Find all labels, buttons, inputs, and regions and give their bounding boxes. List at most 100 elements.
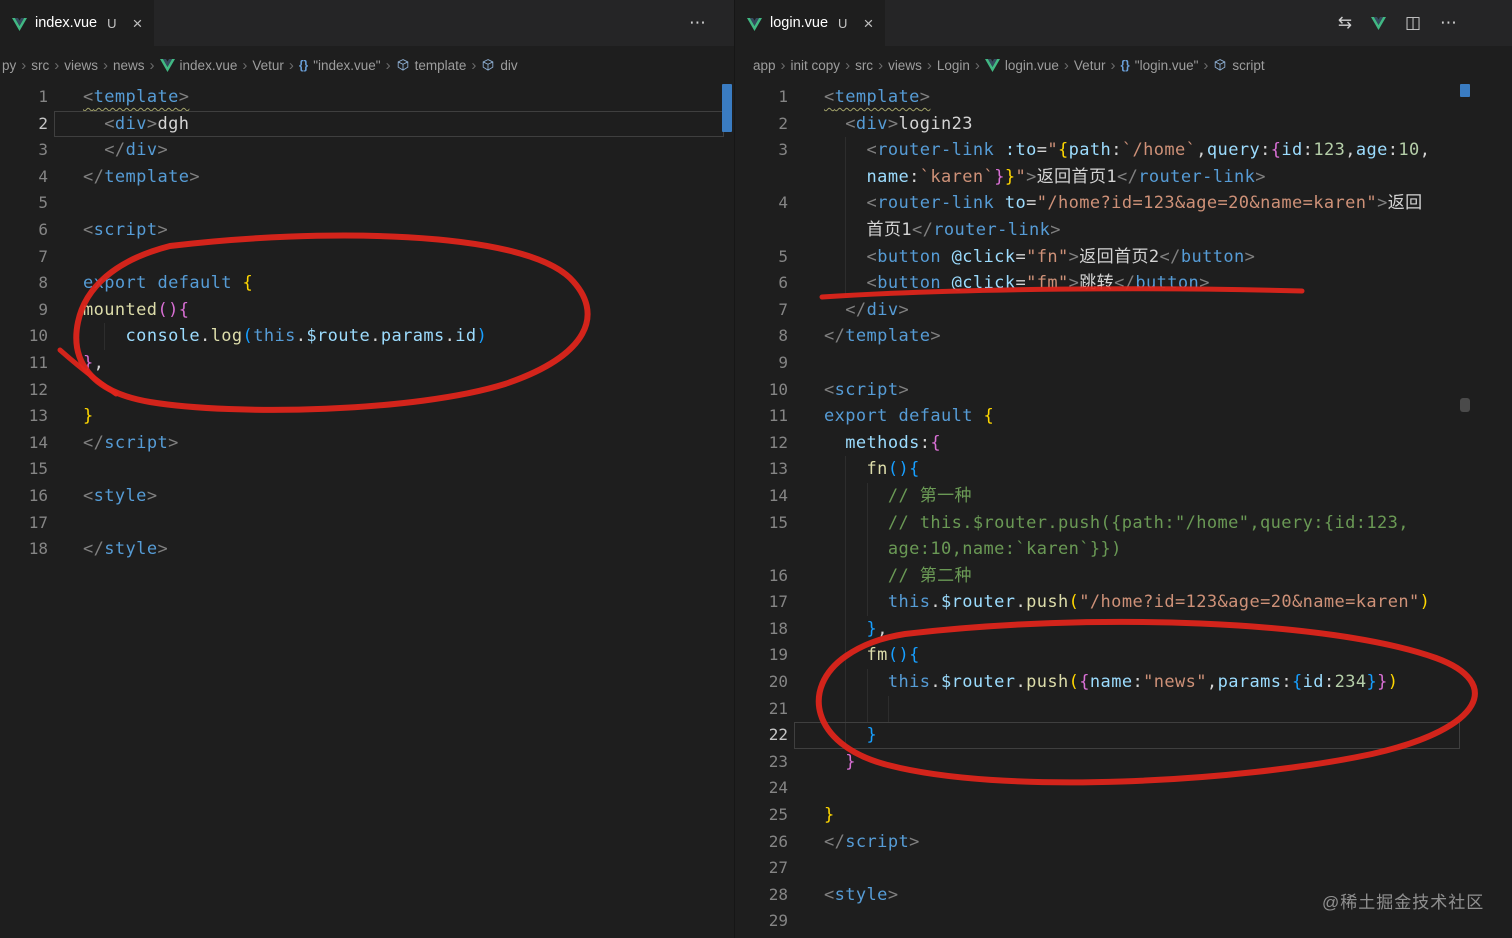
code-line-16[interactable]: 16 <style> xyxy=(0,483,734,510)
tab-login-vue[interactable]: login.vue U × xyxy=(735,0,887,46)
line-number: 15 xyxy=(768,512,788,532)
breadcrumb-item--index-vue-[interactable]: {} "index.vue" xyxy=(299,58,381,73)
code-line-13[interactable]: 13} xyxy=(0,403,734,430)
line-number: 24 xyxy=(768,778,788,798)
code-line-6[interactable]: 6 <button @click="fm">跳转</button> xyxy=(735,270,1512,297)
code-editor[interactable]: 1 <template> 2 <div>login23 3 <router-link … xyxy=(735,84,1512,938)
line-number: 1 xyxy=(778,87,788,106)
breadcrumb-item-login-vue[interactable]: login.vue xyxy=(984,57,1059,73)
indent-guide xyxy=(845,536,847,563)
breadcrumb-item-src[interactable]: src xyxy=(855,58,873,73)
scrollbar[interactable] xyxy=(722,84,732,938)
code-line-9[interactable]: 9 mounted(){ xyxy=(0,297,734,324)
code-line-3[interactable]: 3 <router-link :to="{path:`/home`,query:… xyxy=(735,137,1512,164)
code-line-15[interactable]: 15 xyxy=(0,456,734,483)
code-line-10[interactable]: 10 console.log(this.$route.params.id) xyxy=(0,323,734,350)
breadcrumb-item-views[interactable]: views xyxy=(64,58,98,73)
code-line-8[interactable]: 8 export default { xyxy=(0,270,734,297)
code-line-22[interactable]: 22 } xyxy=(735,722,1512,749)
code-line-1[interactable]: 1 <template> xyxy=(0,84,734,111)
breadcrumb-item-template[interactable]: template xyxy=(396,58,466,73)
code-content: <router-link to="/home?id=123&age=20&nam… xyxy=(788,190,1512,217)
breadcrumb-item-vetur[interactable]: Vetur xyxy=(1074,58,1106,73)
code-line-7[interactable]: 7 xyxy=(0,244,734,271)
code-line-12[interactable]: 12 xyxy=(0,377,734,404)
scrollbar[interactable] xyxy=(1460,84,1470,938)
breadcrumb-item-app[interactable]: app xyxy=(753,58,776,73)
code-line-25[interactable]: 25} xyxy=(735,802,1512,829)
scrollbar-thumb[interactable] xyxy=(1460,398,1470,412)
tab-index-vue[interactable]: index.vue U × xyxy=(0,0,156,46)
breadcrumb-item-vetur[interactable]: Vetur xyxy=(252,58,284,73)
code-line-14[interactable]: 14 // 第一种 xyxy=(735,482,1512,510)
code-line-16[interactable]: 16 // 第二种 xyxy=(735,562,1512,590)
close-icon[interactable]: × xyxy=(863,15,873,32)
code-line-5[interactable]: 5 xyxy=(0,190,734,217)
code-line-6[interactable]: 6 <script> xyxy=(0,217,734,244)
code-line-17[interactable]: 17 this.$router.push("/home?id=123&age=2… xyxy=(735,589,1512,616)
more-actions-icon[interactable]: ⋯ xyxy=(689,13,706,33)
close-icon[interactable]: × xyxy=(132,15,142,32)
code-line-3[interactable]: 3 </div> xyxy=(0,137,734,164)
code-line-14[interactable]: 14 </script> xyxy=(0,430,734,457)
split-editor-icon[interactable]: ◫ xyxy=(1405,13,1421,33)
code-content: this.$router.push({name:"news",params:{i… xyxy=(788,669,1512,696)
code-line-12[interactable]: 12 methods:{ xyxy=(735,430,1512,457)
open-changes-icon[interactable]: ⇆ xyxy=(1338,13,1352,33)
code-line-18[interactable]: 18 }, xyxy=(735,615,1512,643)
line-number: 1 xyxy=(38,87,48,106)
code-line-2[interactable]: 2 <div>login23 xyxy=(735,111,1512,138)
line-number: 2 xyxy=(778,113,788,133)
breadcrumb-item-src[interactable]: src xyxy=(31,58,49,73)
code-line-11[interactable]: 11 export default { xyxy=(735,403,1512,430)
code-line-10[interactable]: 10 <script> xyxy=(735,377,1512,404)
line-number: 3 xyxy=(778,140,788,160)
breadcrumb-item-login[interactable]: Login xyxy=(937,58,970,73)
code-line-17[interactable]: 17 xyxy=(0,510,734,537)
breadcrumb-item-init-copy[interactable]: init copy xyxy=(791,58,841,73)
code-line-4[interactable]: 4 <router-link to="/home?id=123&age=20&n… xyxy=(735,190,1512,217)
code-line-18[interactable]: 18 </style> xyxy=(0,536,734,563)
code-line-19[interactable]: 19 fm(){ xyxy=(735,642,1512,670)
code-line-wrap[interactable]: 首页1</router-link> xyxy=(735,216,1512,244)
breadcrumb-item-news[interactable]: news xyxy=(113,58,145,73)
vue-preview-icon[interactable] xyxy=(1370,16,1386,30)
code-content: } xyxy=(788,722,1512,749)
chevron-right-icon: › xyxy=(1110,56,1116,74)
code-line-24[interactable]: 24 xyxy=(735,775,1512,802)
code-line-4[interactable]: 4 </template> xyxy=(0,164,734,191)
indent-guide xyxy=(866,482,868,510)
breadcrumb-item-div[interactable]: div xyxy=(481,58,518,73)
code-line-9[interactable]: 9 xyxy=(735,350,1512,377)
code-line-15[interactable]: 15 // this.$router.push({path:"/home",qu… xyxy=(735,509,1512,537)
breadcrumb-item-script[interactable]: script xyxy=(1213,58,1265,73)
breadcrumb-item--login-vue-[interactable]: {} "login.vue" xyxy=(1120,58,1198,73)
indent-guide xyxy=(887,695,889,723)
chevron-right-icon: › xyxy=(845,56,851,74)
indent-guide xyxy=(845,163,847,191)
breadcrumb-label: login.vue xyxy=(1004,57,1059,73)
code-line-5[interactable]: 5 <button @click="fn">返回首页2</button> xyxy=(735,243,1512,271)
indent-guide xyxy=(866,562,868,590)
code-lines: 1 <template> 2 <div>login23 3 <router-link … xyxy=(735,84,1512,938)
code-line-7[interactable]: 7 </div> xyxy=(735,297,1512,324)
more-actions-icon[interactable]: ⋯ xyxy=(1440,13,1457,33)
code-line-20[interactable]: 20 this.$router.push({name:"news",params… xyxy=(735,669,1512,696)
code-line-11[interactable]: 11}, xyxy=(0,350,734,377)
code-line-23[interactable]: 23 } xyxy=(735,749,1512,776)
breadcrumb-item-views[interactable]: views xyxy=(888,58,922,73)
code-content: <template> xyxy=(824,87,931,107)
code-line-wrap[interactable]: name:`karen`}}">返回首页1</router-link> xyxy=(735,163,1512,191)
code-line-2[interactable]: 2 <div>dgh xyxy=(0,110,734,138)
code-line-26[interactable]: 26 </script> xyxy=(735,829,1512,856)
code-line-21[interactable]: 21 xyxy=(735,695,1512,723)
code-line-27[interactable]: 27 xyxy=(735,855,1512,882)
breadcrumb-item-index-vue[interactable]: index.vue xyxy=(159,58,237,73)
code-line-wrap[interactable]: age:10,name:`karen`}}) xyxy=(735,536,1512,563)
code-line-13[interactable]: 13 fn(){ xyxy=(735,456,1512,483)
code-line-1[interactable]: 1 <template> xyxy=(735,84,1512,111)
code-editor[interactable]: 1 <template> 2 <div>dgh 3 </div> 4 </template… xyxy=(0,84,734,938)
code-content: }, xyxy=(788,615,1512,643)
breadcrumb-item-py[interactable]: py xyxy=(2,58,16,73)
code-line-8[interactable]: 8 </template> xyxy=(735,323,1512,350)
